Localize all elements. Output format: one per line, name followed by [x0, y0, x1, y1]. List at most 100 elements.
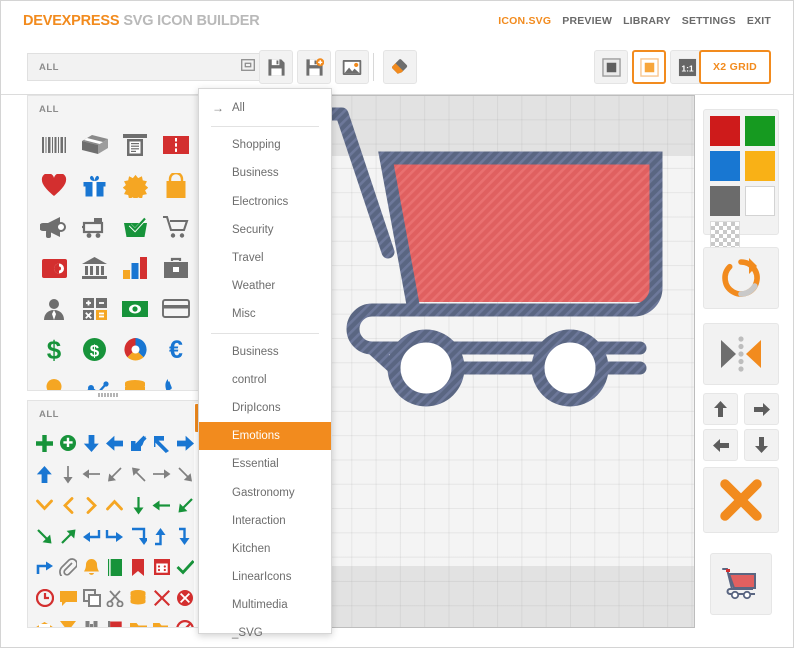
copy-icon[interactable]	[80, 583, 103, 613]
dropdown-item-travel[interactable]: Travel	[199, 244, 331, 272]
arrow-down-left-bold-icon[interactable]	[127, 428, 150, 458]
user-avatar-icon[interactable]	[34, 289, 75, 328]
dropdown-item-business-2[interactable]: Business	[199, 338, 331, 366]
folder-icon[interactable]	[127, 614, 150, 627]
move-up-button[interactable]	[703, 393, 738, 425]
plus-thick-icon[interactable]	[33, 428, 56, 458]
line-chart-icon[interactable]	[75, 371, 116, 390]
paperclip-icon[interactable]	[56, 552, 79, 582]
save-as-button[interactable]	[297, 50, 331, 84]
chevron-left-icon[interactable]	[56, 490, 79, 520]
dropdown-item-all[interactable]: → All	[199, 94, 331, 122]
cross-icon[interactable]	[150, 583, 173, 613]
turn-right-down-icon[interactable]	[103, 521, 126, 551]
folder-open-icon[interactable]	[150, 614, 173, 627]
swatch-blue[interactable]	[710, 151, 740, 181]
enter-return-icon[interactable]	[80, 521, 103, 551]
barcode-icon[interactable]	[34, 125, 75, 164]
export-image-button[interactable]	[335, 50, 369, 84]
wallet-icon[interactable]	[34, 248, 75, 287]
delete-button[interactable]	[703, 467, 779, 533]
arrow-up-left-bold-icon[interactable]	[150, 428, 173, 458]
move-right-button[interactable]	[744, 393, 779, 425]
arrow-down-left-thin-icon[interactable]	[103, 459, 126, 489]
lightbulb-icon[interactable]	[34, 371, 75, 390]
book-icon[interactable]	[103, 552, 126, 582]
dollar-sign-icon[interactable]: $	[34, 330, 75, 369]
dropdown-item-svg[interactable]: _SVG	[199, 619, 331, 647]
filter-icon[interactable]	[56, 614, 79, 627]
flag-icon[interactable]	[103, 614, 126, 627]
binoculars-icon[interactable]	[80, 614, 103, 627]
banknote-icon[interactable]	[115, 289, 156, 328]
plus-circle-icon[interactable]	[56, 428, 79, 458]
swatch-gray[interactable]	[710, 186, 740, 216]
arrow-up-left-thin-icon[interactable]	[127, 459, 150, 489]
move-left-button[interactable]	[703, 429, 738, 461]
eraser-button[interactable]	[383, 50, 417, 84]
bookmark-icon[interactable]	[127, 552, 150, 582]
dropdown-item-essential[interactable]: Essential	[199, 450, 331, 478]
nav-item-icon-svg[interactable]: ICON.SVG	[498, 15, 551, 27]
dropdown-item-gastronomy[interactable]: Gastronomy	[199, 478, 331, 506]
arrow-up-right-green-icon[interactable]	[56, 521, 79, 551]
icon-preview[interactable]	[710, 553, 772, 615]
clock-icon[interactable]	[33, 583, 56, 613]
nav-item-settings[interactable]: SETTINGS	[682, 15, 736, 27]
shopping-bag-icon[interactable]	[156, 166, 197, 205]
grid-x2-button[interactable]: X2 GRID	[699, 50, 771, 84]
shopping-cart-icon[interactable]	[156, 207, 197, 246]
dropdown-item-business[interactable]: Business	[199, 159, 331, 187]
move-down-button[interactable]	[744, 429, 779, 461]
dropdown-item-kitchen[interactable]: Kitchen	[199, 535, 331, 563]
bank-icon[interactable]	[75, 248, 116, 287]
view-mode-light-button[interactable]	[632, 50, 666, 84]
dropdown-item-emotions[interactable]: Emotions	[199, 422, 331, 451]
comment-icon[interactable]	[56, 583, 79, 613]
nav-item-preview[interactable]: PREVIEW	[562, 15, 612, 27]
starburst-icon[interactable]	[115, 166, 156, 205]
arrow-up-bold-icon[interactable]	[33, 459, 56, 489]
chevron-down-icon[interactable]	[33, 490, 56, 520]
database-icon[interactable]	[127, 583, 150, 613]
dropdown-item-interaction[interactable]: Interaction	[199, 507, 331, 535]
swatch-red[interactable]	[710, 116, 740, 146]
swatch-white[interactable]	[745, 186, 775, 216]
save-button[interactable]	[259, 50, 293, 84]
gift-icon[interactable]	[75, 166, 116, 205]
delivery-cart-icon[interactable]	[75, 207, 116, 246]
dropdown-item-linearicons[interactable]: LinearIcons	[199, 563, 331, 591]
dropdown-item-weather[interactable]: Weather	[199, 272, 331, 300]
chevron-right-icon[interactable]	[80, 490, 103, 520]
credit-card-icon[interactable]	[156, 289, 197, 328]
nav-item-exit[interactable]: EXIT	[747, 15, 771, 27]
scissors-icon[interactable]	[103, 583, 126, 613]
chevron-up-icon[interactable]	[103, 490, 126, 520]
shopping-cart-artwork[interactable]	[328, 96, 695, 628]
receipt-printer-icon[interactable]	[115, 125, 156, 164]
redo-arrow-icon[interactable]	[33, 552, 56, 582]
panel-resize-handle[interactable]	[95, 391, 121, 398]
category-dropdown-menu[interactable]: → All Shopping Business Electronics Secu…	[198, 88, 332, 639]
dollar-coin-icon[interactable]: $	[75, 330, 116, 369]
category-icon[interactable]	[241, 58, 255, 76]
icon-canvas[interactable]	[327, 95, 695, 628]
arrow-down-right-green-icon[interactable]	[33, 521, 56, 551]
mail-open-icon[interactable]	[33, 614, 56, 627]
swatch-green[interactable]	[745, 116, 775, 146]
dropdown-item-multimedia[interactable]: Multimedia	[199, 591, 331, 619]
coin-stack-icon[interactable]	[115, 371, 156, 390]
arrow-right-thin-icon[interactable]	[150, 459, 173, 489]
dropdown-item-security[interactable]: Security	[199, 216, 331, 244]
arrow-left-thin-icon[interactable]	[80, 459, 103, 489]
mirror-button[interactable]	[703, 323, 779, 385]
bar-chart-icon[interactable]	[115, 248, 156, 287]
red-card-icon[interactable]	[156, 125, 197, 164]
rotate-button[interactable]	[703, 247, 779, 309]
arrow-left-bold-icon[interactable]	[103, 428, 126, 458]
dropdown-item-dripicons[interactable]: DripIcons	[199, 394, 331, 422]
corner-up-icon[interactable]	[150, 521, 173, 551]
bell-icon[interactable]	[80, 552, 103, 582]
category-search-box[interactable]: ALL	[27, 53, 287, 81]
arrow-down-thin-icon[interactable]	[56, 459, 79, 489]
